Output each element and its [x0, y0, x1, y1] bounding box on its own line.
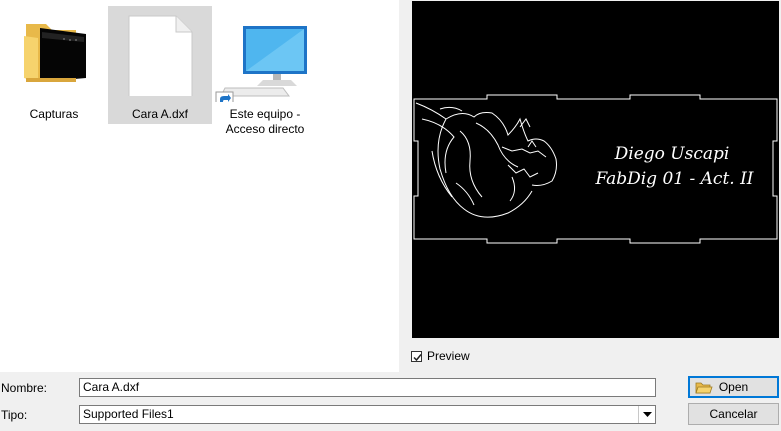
file-item-este-equipo[interactable]: Este equipo - Acceso directo	[213, 6, 317, 136]
preview-panel: Diego Uscapi FabDig 01 - Act. II	[412, 1, 779, 338]
file-item-label: Este equipo - Acceso directo	[225, 107, 305, 136]
name-label: Nombre:	[1, 381, 48, 395]
preview-label: Preview	[427, 349, 470, 363]
open-button-label: Open	[718, 380, 749, 394]
file-item-label: Cara A.dxf	[131, 107, 189, 121]
document-icon	[108, 12, 212, 103]
file-type-value: Supported Files1	[83, 407, 174, 421]
preview-toggle[interactable]: Preview	[411, 348, 511, 364]
file-item-label: Capturas	[29, 107, 79, 121]
open-folder-icon	[695, 381, 713, 398]
preview-text-line-1: Diego Uscapi	[614, 144, 730, 164]
filename-input[interactable]: Cara A.dxf	[79, 378, 656, 397]
folder-icon	[2, 12, 106, 96]
file-item-capturas[interactable]: Capturas	[2, 6, 106, 124]
file-item-cara-a[interactable]: Cara A.dxf	[108, 6, 212, 124]
check-icon	[413, 353, 422, 361]
type-label: Tipo:	[1, 408, 28, 422]
open-button[interactable]: Open	[688, 376, 779, 398]
cancel-button-label: Cancelar	[709, 407, 758, 421]
preview-text-line-2: FabDig 01 - Act. II	[595, 169, 754, 189]
computer-shortcut-icon	[213, 12, 317, 110]
file-list-pane[interactable]: Capturas Cara A.dxf Este equipo - Acceso…	[0, 0, 399, 372]
file-type-select[interactable]: Supported Files1	[79, 405, 656, 424]
cancel-button[interactable]: Cancelar	[688, 403, 779, 425]
chevron-down-icon	[642, 411, 652, 417]
dropdown-button[interactable]	[638, 406, 655, 423]
preview-checkbox[interactable]	[411, 350, 422, 362]
